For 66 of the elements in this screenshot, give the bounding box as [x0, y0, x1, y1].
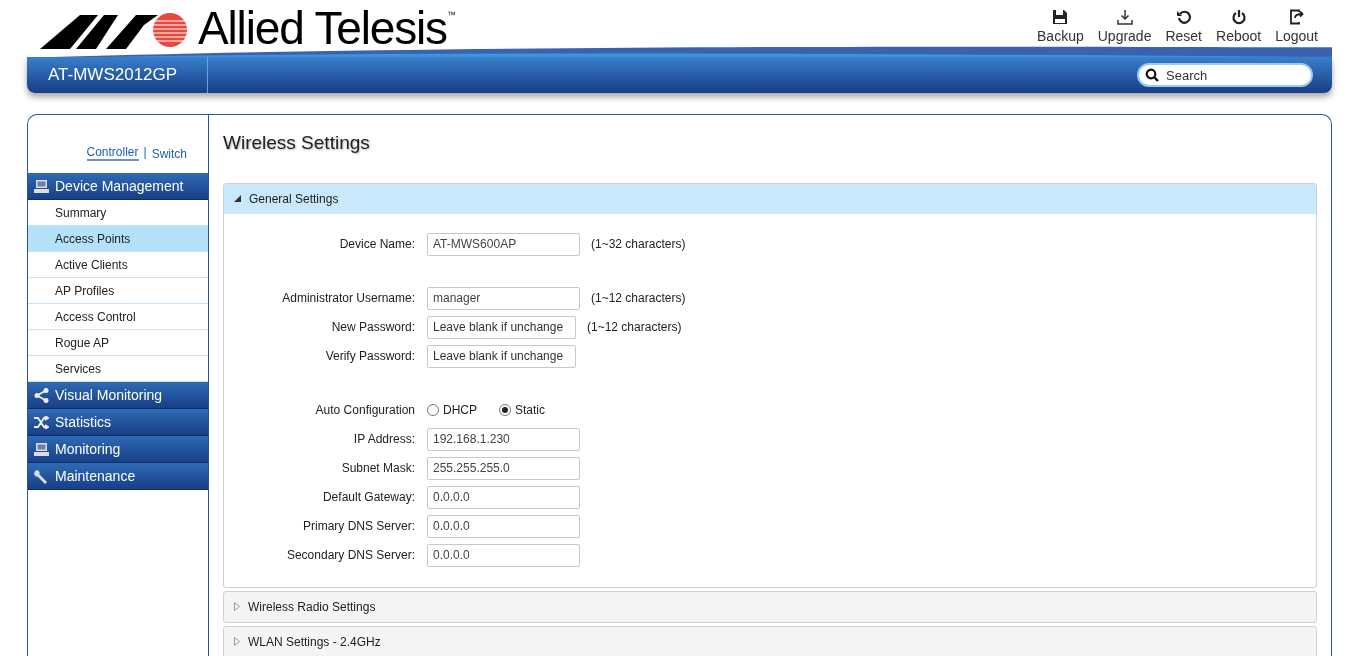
radio-option[interactable]: Static	[499, 401, 546, 419]
reset-button[interactable]: Reset	[1163, 8, 1204, 47]
section-label: Maintenance	[55, 466, 136, 486]
field-label: Verify Password:	[324, 348, 416, 365]
logo-text: Allied Telesis	[198, 5, 447, 51]
field-label: Subnet Mask:	[340, 460, 416, 477]
field-label: Secondary DNS Server:	[285, 547, 416, 564]
trademark: ™	[446, 9, 456, 20]
section-label: Statistics	[55, 412, 111, 432]
backup-button[interactable]: Backup	[1035, 8, 1086, 47]
wrench-icon	[34, 468, 49, 484]
sidebar-section[interactable]: Maintenance	[28, 463, 208, 490]
input-field[interactable]: AT-MWS600AP	[427, 232, 580, 256]
field-label: Auto Configuration	[314, 402, 416, 419]
model-name: AT-MWS2012GP	[27, 57, 208, 93]
exit-icon	[1288, 8, 1305, 26]
sidebar-section[interactable]: Monitoring	[28, 436, 208, 463]
input-field[interactable]: 0.0.0.0	[427, 514, 580, 538]
computer-icon	[34, 441, 49, 457]
input-field[interactable]: 255.255.255.0	[427, 456, 580, 480]
radio-button[interactable]	[499, 404, 511, 416]
search-field[interactable]: Search	[1137, 63, 1313, 88]
input-field[interactable]: 0.0.0.0	[427, 485, 580, 509]
panel-header[interactable]: Wireless Radio Settings	[224, 591, 1316, 622]
expand-triangle-icon	[234, 602, 240, 611]
field-label: IP Address:	[352, 431, 416, 448]
panel-header[interactable]: General Settings	[224, 183, 1316, 214]
expand-triangle-icon	[234, 637, 240, 646]
mode-link[interactable]: Controller	[86, 145, 139, 161]
hint-text: (1~12 characters)	[591, 290, 686, 307]
collapse-triangle-icon	[234, 195, 241, 202]
search-icon	[1145, 67, 1159, 82]
sidebar-section[interactable]: Device Management	[28, 173, 208, 200]
input-field[interactable]: 0.0.0.0	[427, 543, 580, 567]
upgrade-button[interactable]: Upgrade	[1095, 8, 1154, 47]
reboot-button[interactable]: Reboot	[1214, 8, 1264, 47]
field-label: Administrator Username:	[281, 290, 416, 307]
shuffle-icon	[34, 415, 49, 429]
sidebar-section[interactable]: Visual Monitoring	[28, 382, 208, 409]
radio-option[interactable]: DHCP	[427, 401, 477, 419]
panel-header[interactable]: WLAN Settings - 2.4GHz	[224, 626, 1316, 656]
field-label: Primary DNS Server:	[302, 518, 416, 535]
mode-link[interactable]: Switch	[151, 147, 187, 161]
share-icon	[34, 387, 49, 403]
logout-button[interactable]: Logout	[1273, 8, 1320, 47]
computer-icon	[34, 178, 49, 194]
field-label: Default Gateway:	[321, 489, 416, 506]
download-icon	[1116, 8, 1133, 26]
hint-text: (1~32 characters)	[591, 236, 686, 253]
radio-button[interactable]	[427, 404, 439, 416]
input-field[interactable]: 192.168.1.230	[427, 427, 580, 451]
section-label: Monitoring	[55, 439, 121, 459]
section-label: Visual Monitoring	[55, 385, 163, 405]
input-field[interactable]: Leave blank if unchange	[427, 344, 576, 368]
page-title: Wireless Settings	[223, 131, 371, 155]
sidebar-section[interactable]: Statistics	[28, 409, 208, 436]
field-label: Device Name:	[338, 236, 416, 253]
separator-text: |	[143, 144, 147, 161]
input-field[interactable]: manager	[427, 286, 580, 310]
power-icon	[1230, 8, 1247, 26]
field-label: New Password:	[330, 319, 416, 336]
hint-text: (1~12 characters)	[587, 319, 682, 336]
sidebar-item[interactable]: Access Points	[28, 226, 208, 252]
undo-icon	[1175, 8, 1192, 26]
section-label: Device Management	[55, 176, 184, 196]
input-field[interactable]: Leave blank if unchange	[427, 315, 576, 339]
